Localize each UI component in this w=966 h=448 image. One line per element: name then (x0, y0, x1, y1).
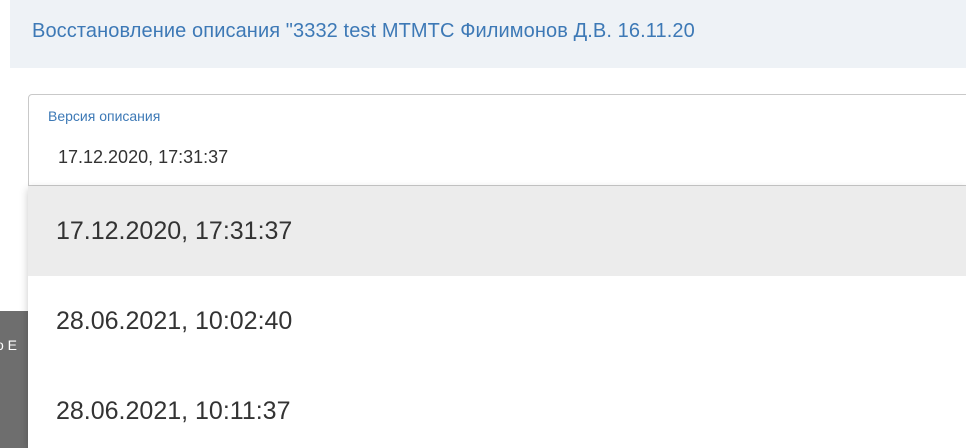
version-select-value: 17.12.2020, 17:31:37 (58, 147, 229, 167)
version-option[interactable]: 28.06.2021, 10:11:37 (28, 366, 966, 448)
version-select-label: Версия описания (48, 108, 161, 124)
dialog-header: Восстановление описания "3332 test МТМТС… (10, 0, 966, 68)
version-option-label: 17.12.2020, 17:31:37 (56, 216, 293, 245)
background-partial-text: о Е (0, 337, 18, 353)
dialog-title: Восстановление описания "3332 test МТМТС… (32, 20, 695, 42)
version-option-label: 28.06.2021, 10:11:37 (56, 396, 291, 425)
version-dropdown-list: 17.12.2020, 17:31:37 28.06.2021, 10:02:4… (28, 186, 966, 448)
restore-description-dialog: Восстановление описания "3332 test МТМТС… (0, 0, 966, 448)
version-select[interactable]: Версия описания 17.12.2020, 17:31:37 (28, 94, 966, 186)
version-option-label: 28.06.2021, 10:02:40 (56, 306, 293, 335)
version-option[interactable]: 28.06.2021, 10:02:40 (28, 276, 966, 366)
version-option[interactable]: 17.12.2020, 17:31:37 (28, 186, 966, 276)
